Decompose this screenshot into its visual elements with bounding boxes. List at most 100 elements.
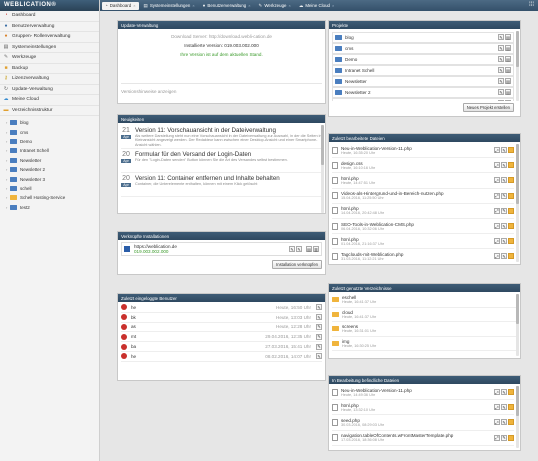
settings-icon[interactable]: ▤: [505, 89, 511, 96]
file-row[interactable]: navigation.tableOfContents.wFrontMasterT…: [332, 431, 514, 446]
settings-icon[interactable]: ▤: [505, 34, 511, 41]
close-icon[interactable]: ×: [248, 3, 250, 8]
projects-scrollbar[interactable]: [516, 31, 519, 101]
news-item[interactable]: 21 Apr Version 11: Vorschauansicht in der …: [121, 125, 322, 149]
file-row[interactable]: html.php Heute, 14:47:51 Uhr ⤢ ✎: [332, 173, 514, 189]
file-row[interactable]: html.php 14.04.2016, 20:42:48 Uhr ⤢ ✎: [332, 204, 514, 219]
project-row[interactable]: Newsletter ✎ ▤: [332, 76, 514, 87]
open-folder-icon[interactable]: [508, 253, 514, 260]
tree-item[interactable]: › test2: [6, 203, 99, 212]
close-icon[interactable]: ×: [192, 3, 194, 8]
sidebar-item-update[interactable]: ↻ Update-Verwaltung: [0, 85, 99, 95]
edit-icon[interactable]: ✎: [501, 434, 507, 441]
link-installation-button[interactable]: Installation verknüpfen: [272, 260, 322, 269]
project-row[interactable]: Intranet Schell ✎ ▤: [332, 65, 514, 76]
preview-icon[interactable]: ⤢: [494, 434, 500, 441]
release-notes-link[interactable]: Versionshinweise anzeigen: [121, 83, 322, 94]
news-title[interactable]: Version 11: Container entfernen und Inha…: [135, 175, 280, 182]
open-folder-icon[interactable]: [508, 238, 514, 245]
tab-meine-cloud[interactable]: ☁ Meine Cloud ×: [296, 2, 338, 10]
project-row[interactable]: Newsletter 2 ✎ ▤: [332, 87, 514, 98]
preview-icon[interactable]: ⤢: [494, 192, 500, 199]
tree-item[interactable]: › cms: [6, 127, 99, 136]
file-row[interactable]: SEO-Tools-in-Weblication-CMS.php 06.04.20…: [332, 219, 514, 235]
project-name[interactable]: blog: [345, 35, 497, 40]
preview-icon[interactable]: ⤢: [494, 389, 500, 396]
tab-dashboard[interactable]: ◔ Dashboard ×: [102, 1, 139, 10]
open-folder-icon[interactable]: [508, 207, 514, 214]
directory-row[interactable]: cloud Heute, 16:41:37 Uhr: [332, 308, 517, 322]
sidebar-item-folder[interactable]: ▬ Verzeichnisstruktur: [0, 106, 99, 116]
news-item[interactable]: 20 Apr Formular für den Versand der Login-…: [121, 149, 322, 173]
sidebar-item-settings[interactable]: ▤ Systemeinstellungen: [0, 43, 99, 53]
tree-item[interactable]: › Newsletter: [6, 156, 99, 165]
edit-icon[interactable]: ✎: [501, 253, 507, 260]
news-item[interactable]: 20 Apr Version 11: Container entfernen und…: [121, 173, 322, 197]
project-name[interactable]: Demo: [345, 57, 497, 62]
edit-icon[interactable]: ✎: [501, 162, 507, 169]
edit-icon[interactable]: ✎: [501, 404, 507, 411]
edit-icon[interactable]: ✎: [501, 238, 507, 245]
project-name[interactable]: cms: [345, 46, 497, 51]
edit-icon[interactable]: ✎: [501, 192, 507, 199]
view-icon[interactable]: ▤: [306, 246, 312, 252]
preview-icon[interactable]: ⤢: [494, 147, 500, 154]
settings-icon[interactable]: ▤: [505, 56, 511, 63]
new-project-button[interactable]: Neues Projekt erstellen: [462, 103, 514, 112]
news-title[interactable]: Formular für den Versand der Login-Daten: [135, 151, 288, 158]
preview-icon[interactable]: ⤢: [494, 223, 500, 230]
edit-icon[interactable]: ✎: [498, 78, 504, 85]
tab-benutzerverwaltung[interactable]: ● Benutzerverwaltung ×: [200, 2, 254, 10]
open-folder-icon[interactable]: [508, 162, 514, 169]
open-folder-icon[interactable]: [508, 404, 514, 411]
directory-row[interactable]: img Heute, 16:30:25 Uhr: [332, 337, 517, 351]
settings-icon[interactable]: ▤: [505, 67, 511, 74]
preview-icon[interactable]: ⤢: [494, 419, 500, 426]
settings-icon[interactable]: ▤: [505, 78, 511, 85]
apps-grid-icon[interactable]: ⁞⁞⁞: [529, 2, 534, 8]
sidebar-item-backup[interactable]: ■ Backup: [0, 64, 99, 74]
preview-icon[interactable]: ⤢: [494, 404, 500, 411]
file-row[interactable]: seed.php 30.03.2016, 08:29:03 Uhr ⤢ ✎: [332, 415, 514, 431]
edit-icon[interactable]: ✎: [316, 353, 322, 360]
edit-icon[interactable]: ✎: [498, 100, 504, 101]
close-icon[interactable]: ×: [133, 3, 135, 8]
inwork-scrollbar[interactable]: [516, 386, 519, 448]
project-row[interactable]: Newsletter 3✎▤: [332, 98, 514, 101]
open-folder-icon[interactable]: [508, 419, 514, 426]
file-row[interactable]: Neu-in-Weblication-Version-11.php Heute, …: [332, 143, 514, 159]
open-folder-icon[interactable]: [508, 147, 514, 154]
edit-icon[interactable]: ✎: [498, 45, 504, 52]
edit-icon[interactable]: ✎: [316, 323, 322, 330]
edit-icon[interactable]: ✎: [501, 177, 507, 184]
project-row[interactable]: blog ✎ ▤: [332, 32, 514, 43]
tab-werkzeuge[interactable]: ✎ Werkzeuge ×: [256, 2, 294, 10]
file-row[interactable]: html.php 01.04.2016, 21:16:37 Uhr ⤢ ✎: [332, 234, 514, 250]
open-folder-icon[interactable]: [508, 177, 514, 184]
edit-icon[interactable]: ✎: [501, 389, 507, 396]
file-row[interactable]: Videos-als-Hintergrund-und-in-Bereich-nu…: [332, 189, 514, 204]
edit-icon[interactable]: ✎: [289, 246, 295, 252]
news-title[interactable]: Version 11: Vorschauansicht in der Datei…: [135, 127, 322, 134]
open-folder-icon[interactable]: [508, 434, 514, 441]
sidebar-item-dashboard[interactable]: ◔ Dashboard: [0, 11, 99, 22]
preview-icon[interactable]: ⤢: [494, 238, 500, 245]
dirs-scrollbar[interactable]: [516, 294, 519, 356]
file-row[interactable]: html.php Heute, 13:32:10 Uhr ⤢ ✎: [332, 400, 514, 416]
edit-icon[interactable]: ✎: [498, 89, 504, 96]
project-name[interactable]: Newsletter: [345, 79, 497, 84]
tree-item[interactable]: › Intranet Schell: [6, 146, 99, 155]
preview-icon[interactable]: ⤢: [494, 207, 500, 214]
edit-icon[interactable]: ✎: [316, 314, 322, 321]
edit-icon[interactable]: ✎: [316, 304, 322, 311]
settings-icon[interactable]: ▤: [505, 45, 511, 52]
file-row[interactable]: design.css Heute, 16:10:16 Uhr ⤢ ✎: [332, 158, 514, 174]
project-row[interactable]: Demo ✎ ▤: [332, 54, 514, 65]
edit-icon[interactable]: ✎: [501, 419, 507, 426]
sidebar-item-cloud[interactable]: ☁ Meine Cloud: [0, 95, 99, 106]
files-scrollbar[interactable]: [516, 144, 519, 262]
settings-icon[interactable]: ▤: [505, 100, 511, 101]
edit-icon[interactable]: ✎: [316, 333, 322, 340]
directory-row[interactable]: screens Heute, 16:31:01 Uhr: [332, 322, 517, 337]
edit-icon[interactable]: ✎: [501, 147, 507, 154]
